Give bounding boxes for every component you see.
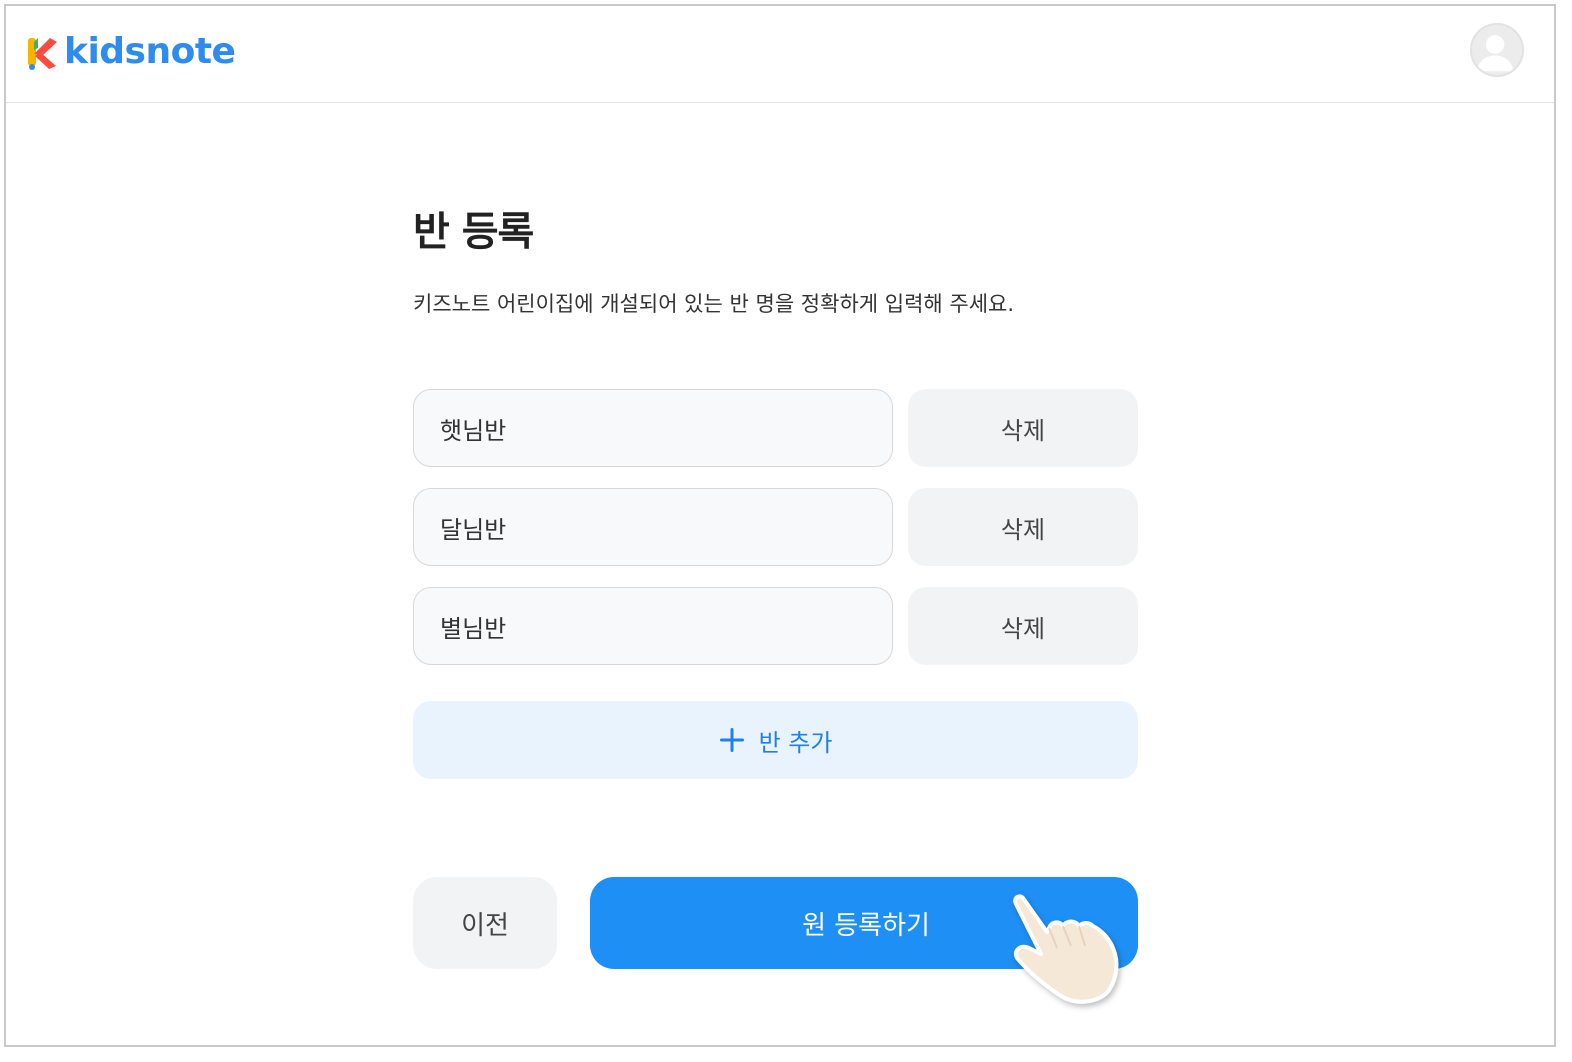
class-name-input[interactable] (413, 488, 893, 566)
person-icon (1476, 35, 1514, 72)
class-registration-form: 반 등록 키즈노트 어린이집에 개설되어 있는 반 명을 정확하게 입력해 주세… (413, 6, 1143, 1045)
page-description: 키즈노트 어린이집에 개설되어 있는 반 명을 정확하게 입력해 주세요. (413, 292, 1015, 316)
add-class-label: 반 추가 (758, 728, 833, 757)
class-name-input[interactable] (413, 587, 893, 665)
plus-icon (719, 728, 744, 752)
prev-button[interactable]: 이전 (413, 877, 557, 969)
register-school-label: 원 등록하기 (802, 910, 930, 941)
register-school-button[interactable]: 원 등록하기 (590, 877, 1138, 969)
class-row: 삭제 (413, 488, 1143, 566)
logo-text: kidsnote (64, 31, 236, 72)
delete-class-button[interactable]: 삭제 (908, 587, 1138, 665)
kidsnote-logo[interactable]: kidsnote (26, 30, 236, 74)
delete-class-button[interactable]: 삭제 (908, 389, 1138, 467)
user-avatar-icon[interactable] (1470, 23, 1524, 77)
class-row: 삭제 (413, 389, 1143, 467)
kidsnote-logo-mark-icon (28, 38, 57, 70)
app-window: kidsnote 반 등록 키즈노트 어린이집에 개설되어 있는 반 명을 정확… (4, 4, 1556, 1047)
class-row: 삭제 (413, 587, 1143, 665)
class-name-input[interactable] (413, 389, 893, 467)
delete-class-button[interactable]: 삭제 (908, 488, 1138, 566)
add-class-button[interactable]: 반 추가 (413, 701, 1138, 779)
page-title: 반 등록 (413, 209, 534, 255)
